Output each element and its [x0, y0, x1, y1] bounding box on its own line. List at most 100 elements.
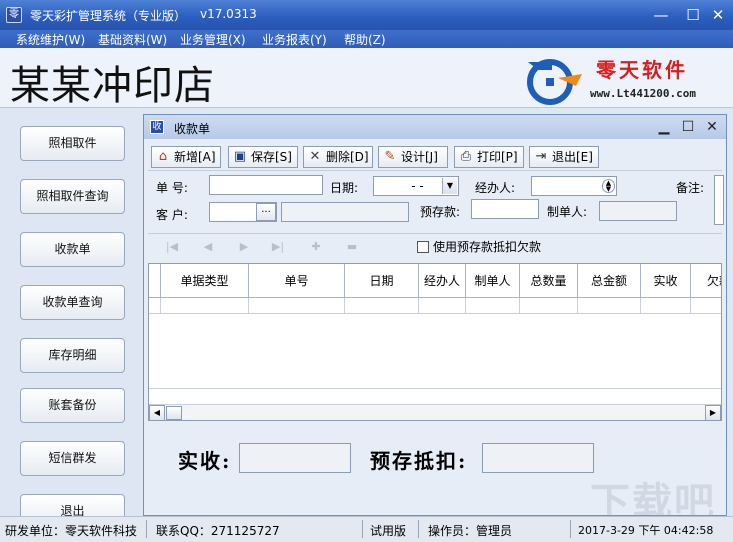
child-close-icon[interactable]: ✕ [702, 118, 722, 136]
grid-header[interactable]: 单据类型 [161, 264, 249, 298]
title-bar: 零 零天彩扩管理系统（专业版） v17.0313 — ☐ ✕ [0, 0, 733, 30]
table-row[interactable] [641, 298, 691, 314]
handler-label: 经办人: [475, 181, 516, 195]
record-navigator: |◀ ◀ ▶ ▶| ✚ ▬ 使用预存款抵扣欠款 [148, 233, 722, 259]
prepaid-label: 预存款: [420, 205, 461, 219]
save-button[interactable]: ▣ 保存[S] [228, 146, 298, 168]
status-operator: 操作员：管理员 [428, 524, 513, 538]
table-row[interactable] [149, 298, 161, 314]
table-row[interactable] [691, 298, 721, 314]
minimize-icon[interactable]: — [650, 5, 672, 25]
creator-label: 制单人: [547, 205, 588, 219]
window-version: v17.0313 [200, 7, 257, 21]
menu-business[interactable]: 业务管理(X) [180, 31, 246, 48]
customer-label: 客 户: [156, 208, 188, 222]
status-divider [418, 520, 419, 538]
scroll-right-icon[interactable]: ▶ [705, 405, 721, 420]
table-row[interactable] [419, 298, 466, 314]
customer-name-field [281, 202, 409, 222]
use-prepaid-label: 使用预存款抵扣欠款 [433, 240, 542, 254]
toolbar: ⌂ 新增[A] ▣ 保存[S] ✕ 删除[D] ✎ 设计[J] ⎙ 打印[P] ⇥ 退出[E… [148, 143, 722, 171]
add-button[interactable]: ⌂ 新增[A] [151, 146, 221, 168]
sidebar-item-receipt-query[interactable]: 收款单查询 [20, 285, 125, 320]
date-picker[interactable]: - - ▼ [373, 176, 459, 196]
design-button[interactable]: ✎ 设计[J] [378, 146, 448, 168]
design-icon: ✎ [384, 149, 396, 164]
received-field [239, 443, 351, 473]
add-record-icon[interactable]: ✚ [308, 240, 324, 254]
add-icon: ⌂ [158, 149, 168, 164]
customer-browse-button[interactable]: ... [256, 203, 276, 221]
prepaid-deduct-field [482, 443, 594, 473]
scroll-left-icon[interactable]: ◀ [149, 405, 165, 420]
grid-header[interactable]: 日期 [345, 264, 419, 298]
grid-header[interactable]: 制单人 [466, 264, 520, 298]
app-icon[interactable]: 零 [6, 7, 22, 23]
grid-footer [149, 388, 721, 404]
delete-button[interactable]: ✕ 删除[D] [303, 146, 373, 168]
first-record-icon[interactable]: |◀ [164, 240, 180, 254]
print-button[interactable]: ⎙ 打印[P] [454, 146, 524, 168]
notes-input[interactable] [714, 175, 724, 225]
notes-label: 备注: [676, 181, 705, 195]
grid-header[interactable]: 实收 [641, 264, 691, 298]
delete-icon: ✕ [309, 149, 321, 164]
close-icon[interactable]: ✕ [707, 5, 729, 25]
sidebar: 照相取件 照相取件查询 收款单 收款单查询 库存明细 账套备份 短信群发 退出 [0, 108, 140, 516]
maximize-icon[interactable]: ☐ [682, 5, 704, 25]
prev-record-icon[interactable]: ◀ [200, 240, 216, 254]
status-divider [146, 520, 147, 538]
banner: 某某冲印店 零天软件 www.Lt441200.com [0, 48, 733, 109]
chevron-down-icon[interactable]: ▼ [442, 178, 457, 194]
receipt-window-title: 收款单 [174, 122, 211, 136]
sidebar-item-exit[interactable]: 退出 [20, 494, 125, 516]
sidebar-item-inventory[interactable]: 库存明细 [20, 338, 125, 373]
handler-select[interactable]: ▲ ▼ [531, 176, 617, 196]
last-record-icon[interactable]: ▶| [270, 240, 286, 254]
receipt-grid[interactable]: 单据类型 单号 日期 经办人 制单人 总数量 总金额 实收 欠款 ◀ ▶ [148, 263, 722, 421]
table-row[interactable] [466, 298, 520, 314]
window-icon: 收 [150, 120, 164, 134]
sidebar-item-backup[interactable]: 账套备份 [20, 388, 125, 423]
scroll-thumb[interactable] [166, 406, 182, 420]
status-edition: 试用版 [370, 524, 407, 538]
grid-header[interactable]: 单号 [249, 264, 345, 298]
table-row[interactable] [345, 298, 419, 314]
store-name: 某某冲印店 [10, 63, 215, 109]
table-row[interactable] [578, 298, 641, 314]
number-label: 单 号: [156, 181, 188, 195]
window-title: 零天彩扩管理系统（专业版） [30, 9, 187, 23]
horizontal-scrollbar[interactable]: ◀ ▶ [149, 404, 721, 420]
child-maximize-icon[interactable]: ☐ [678, 118, 698, 136]
save-icon: ▣ [233, 149, 247, 164]
prepaid-input[interactable] [471, 199, 539, 219]
menu-reports[interactable]: 业务报表(Y) [262, 31, 327, 48]
exit-button[interactable]: ⇥ 退出[E] [529, 146, 599, 168]
next-record-icon[interactable]: ▶ [236, 240, 252, 254]
sidebar-item-photo-pickup-query[interactable]: 照相取件查询 [20, 179, 125, 214]
grid-header[interactable]: 经办人 [419, 264, 466, 298]
child-minimize-icon[interactable]: ▁ [654, 118, 674, 136]
remove-record-icon[interactable]: ▬ [344, 240, 360, 254]
grid-header[interactable]: 总金额 [578, 264, 641, 298]
grid-header[interactable]: 欠款 [691, 264, 721, 298]
table-row[interactable] [249, 298, 345, 314]
sidebar-item-receipt[interactable]: 收款单 [20, 232, 125, 267]
grid-row-indicator [149, 264, 161, 298]
print-icon: ⎙ [460, 149, 472, 164]
menu-basic-data[interactable]: 基础资料(W) [98, 31, 167, 48]
grid-header[interactable]: 总数量 [520, 264, 578, 298]
menu-help[interactable]: 帮助(Z) [344, 31, 386, 48]
table-row[interactable] [520, 298, 578, 314]
table-row[interactable] [161, 298, 249, 314]
brand-logo: 零天软件 www.Lt441200.com [522, 52, 722, 106]
use-prepaid-checkbox[interactable] [417, 241, 429, 253]
number-input[interactable] [209, 175, 323, 195]
status-divider [362, 520, 363, 538]
spinner-icon[interactable]: ▲ ▼ [602, 179, 615, 193]
menu-system[interactable]: 系统维护(W) [16, 31, 85, 48]
sidebar-item-sms[interactable]: 短信群发 [20, 441, 125, 476]
status-qq: 联系QQ：271125727 [156, 524, 280, 538]
sidebar-item-photo-pickup[interactable]: 照相取件 [20, 126, 125, 161]
exit-icon: ⇥ [535, 149, 547, 164]
